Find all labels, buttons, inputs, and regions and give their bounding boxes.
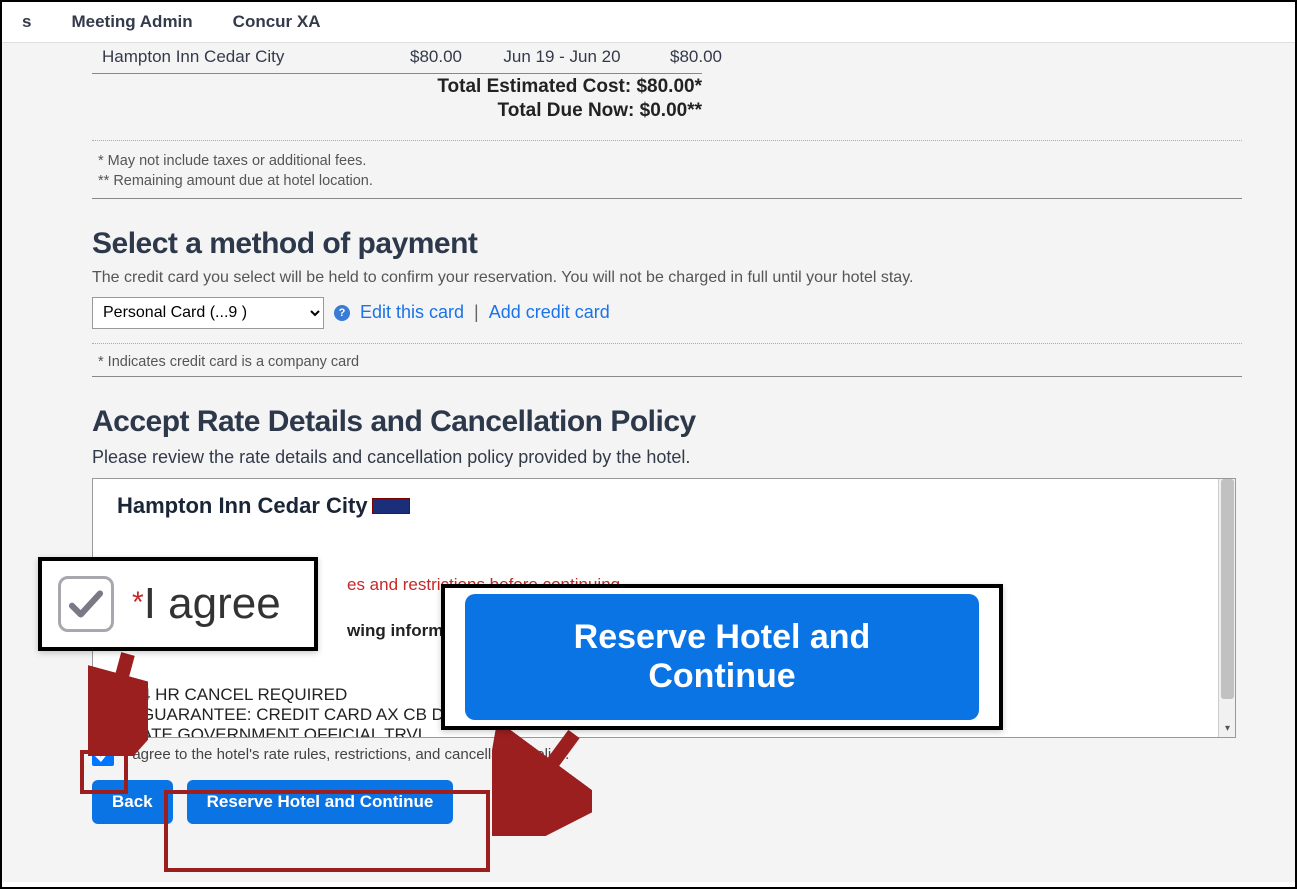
- footnote-2: ** Remaining amount due at hotel locatio…: [98, 171, 1242, 191]
- highlight-reserve: [164, 790, 490, 872]
- arrow-to-checkbox-icon: [88, 646, 148, 756]
- summary-row: Hampton Inn Cedar City $80.00 Jun 19 - J…: [92, 43, 1242, 71]
- summary-rate: $80.00: [372, 43, 472, 71]
- edit-card-link[interactable]: Edit this card: [360, 302, 464, 323]
- summary-hotel: Hampton Inn Cedar City: [92, 43, 372, 71]
- summary-subtotal: $80.00: [632, 43, 732, 71]
- summary-dates: Jun 19 - Jun 20: [472, 43, 632, 71]
- nav-meeting-admin[interactable]: Meeting Admin: [71, 12, 192, 32]
- nav-concur-xa[interactable]: Concur XA: [233, 12, 321, 32]
- policy-scrollbar[interactable]: ▾: [1218, 479, 1235, 737]
- callout-agree-checkbox-icon: [58, 576, 114, 632]
- help-icon[interactable]: ?: [334, 305, 350, 321]
- add-card-link[interactable]: Add credit card: [489, 302, 610, 323]
- nav-partial: s: [22, 12, 31, 32]
- footnotes: * May not include taxes or additional fe…: [92, 147, 1242, 196]
- policy-hotel-name: Hampton Inn Cedar City: [117, 493, 368, 519]
- payment-sub: The credit card you select will be held …: [92, 269, 1242, 287]
- policy-sub: Please review the rate details and cance…: [92, 447, 1242, 468]
- totals: Total Estimated Cost: $80.00* Total Due …: [92, 76, 1242, 122]
- callout-agree-text: *I agree: [132, 579, 281, 629]
- separator: |: [474, 302, 479, 323]
- total-due-now: Total Due Now: $0.00**: [498, 100, 702, 122]
- footnote-1: * May not include taxes or additional fe…: [98, 151, 1242, 171]
- hotel-brand-badge-icon: [372, 498, 410, 514]
- summary-table: Hampton Inn Cedar City $80.00 Jun 19 - J…: [92, 43, 1242, 71]
- callout-reserve: Reserve Hotel and Continue: [441, 584, 1003, 730]
- scrollbar-thumb[interactable]: [1221, 479, 1234, 699]
- policy-heading: Accept Rate Details and Cancellation Pol…: [92, 405, 1242, 439]
- total-estimated: Total Estimated Cost: $80.00*: [437, 76, 702, 98]
- arrow-to-reserve-icon: [492, 726, 592, 836]
- agree-row: I agree to the hotel's rate rules, restr…: [92, 744, 1242, 766]
- payment-heading: Select a method of payment: [92, 227, 1242, 261]
- company-card-note: * Indicates credit card is a company car…: [92, 350, 1242, 374]
- top-nav: s Meeting Admin Concur XA: [2, 2, 1295, 43]
- callout-reserve-button[interactable]: Reserve Hotel and Continue: [465, 594, 979, 720]
- payment-row: Personal Card (...9 ) ? Edit this card |…: [92, 297, 1242, 329]
- card-select[interactable]: Personal Card (...9 ): [92, 297, 324, 329]
- scroll-down-icon[interactable]: ▾: [1219, 720, 1236, 737]
- callout-agree: *I agree: [38, 557, 318, 651]
- highlight-checkbox: [80, 750, 128, 794]
